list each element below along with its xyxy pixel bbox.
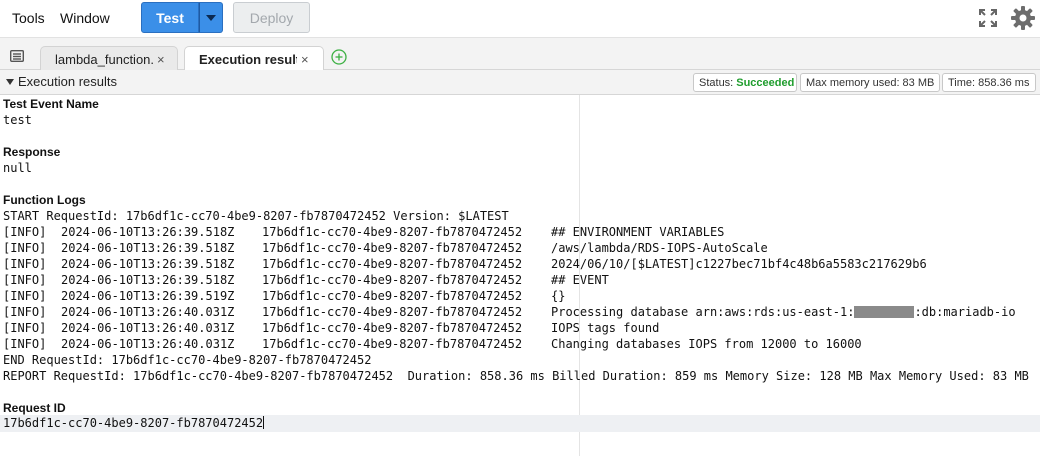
log-entry: [INFO] 2024-06-10T13:26:39.519Z 17b6df1c… — [0, 289, 1040, 305]
log-level: [INFO] — [3, 289, 47, 303]
plus-circle-icon[interactable] — [331, 49, 347, 65]
log-entry: [INFO] 2024-06-10T13:26:39.518Z 17b6df1c… — [0, 273, 1040, 289]
log-end-line: END RequestId: 17b6df1c-cc70-4be9-8207-f… — [3, 353, 372, 367]
test-button[interactable]: Test — [141, 2, 199, 33]
log-message: {} — [551, 289, 566, 303]
status-label: Status: — [699, 76, 734, 89]
log-request-id: 17b6df1c-cc70-4be9-8207-fb7870472452 — [262, 289, 523, 303]
time-label: Time: — [948, 76, 976, 89]
log-message: ## ENVIRONMENT VARIABLES — [551, 225, 725, 239]
log-level: [INFO] — [3, 305, 47, 319]
top-toolbar: Tools Window Test Deploy — [0, 0, 1040, 37]
file-list-icon[interactable] — [10, 50, 24, 62]
status-badge: Status: Succeeded — [693, 73, 797, 92]
triangle-down-icon[interactable] — [6, 79, 14, 85]
test-event-value: test — [3, 113, 32, 127]
function-logs-label: Function Logs — [3, 193, 86, 207]
log-message: Changing databases IOPS from 12000 to 16… — [551, 337, 862, 351]
log-timestamp: 2024-06-10T13:26:40.031Z — [61, 305, 235, 319]
memory-value: 83 MB — [902, 76, 935, 89]
log-level: [INFO] — [3, 337, 47, 351]
log-timestamp: 2024-06-10T13:26:39.518Z — [61, 225, 235, 239]
log-entry: [INFO] 2024-06-10T13:26:39.518Z 17b6df1c… — [0, 225, 1040, 241]
log-entry: [INFO] 2024-06-10T13:26:40.031Z 17b6df1c… — [0, 305, 1040, 321]
test-event-label: Test Event Name — [3, 97, 99, 111]
log-entry: [INFO] 2024-06-10T13:26:40.031Z 17b6df1c… — [0, 321, 1040, 337]
tab-label: Execution results — [199, 51, 297, 67]
log-request-id: 17b6df1c-cc70-4be9-8207-fb7870472452 — [262, 337, 523, 351]
log-level: [INFO] — [3, 273, 47, 287]
log-message: ## EVENT — [551, 273, 609, 287]
chevron-down-icon — [206, 14, 216, 21]
log-timestamp: 2024-06-10T13:26:39.519Z — [61, 289, 235, 303]
redacted-account-id — [854, 306, 915, 318]
log-request-id: 17b6df1c-cc70-4be9-8207-fb7870472452 — [262, 305, 523, 319]
log-request-id: 17b6df1c-cc70-4be9-8207-fb7870472452 — [262, 257, 523, 271]
tab-label: lambda_function. — [55, 51, 153, 67]
log-level: [INFO] — [3, 225, 47, 239]
deploy-button[interactable]: Deploy — [233, 2, 310, 33]
log-timestamp: 2024-06-10T13:26:39.518Z — [61, 273, 235, 287]
log-timestamp: 2024-06-10T13:26:40.031Z — [61, 337, 235, 351]
log-timestamp: 2024-06-10T13:26:39.518Z — [61, 241, 235, 255]
log-message: /aws/lambda/RDS-IOPS-AutoScale — [551, 241, 768, 255]
memory-badge: Max memory used: 83 MB — [800, 73, 940, 92]
request-id-value[interactable]: 17b6df1c-cc70-4be9-8207-fb7870472452 — [3, 416, 265, 430]
status-value: Succeeded — [736, 76, 795, 89]
tab-execution-results[interactable]: Execution results × — [184, 46, 324, 71]
response-value: null — [3, 161, 32, 175]
log-message: 2024/06/10/[$LATEST]c1227bec71bf4c48b6a5… — [551, 257, 927, 271]
log-message: IOPS tags found — [551, 321, 660, 335]
log-level: [INFO] — [3, 257, 47, 271]
log-start-line: START RequestId: 17b6df1c-cc70-4be9-8207… — [3, 209, 509, 223]
log-entry: [INFO] 2024-06-10T13:26:39.518Z 17b6df1c… — [0, 257, 1040, 273]
time-value: 858.36 ms — [978, 76, 1030, 89]
log-request-id: 17b6df1c-cc70-4be9-8207-fb7870472452 — [262, 241, 523, 255]
execution-results-output[interactable]: Test Event Name test Response null Funct… — [0, 95, 1040, 456]
tab-lambda-function[interactable]: lambda_function. × — [40, 46, 178, 71]
log-message: Processing database arn:aws:rds:us-east-… — [551, 305, 1016, 319]
close-icon[interactable]: × — [157, 52, 165, 67]
log-message-suffix: :db:mariadb-io — [914, 305, 1016, 319]
log-entry: [INFO] 2024-06-10T13:26:40.031Z 17b6df1c… — [0, 337, 1040, 353]
text-cursor — [263, 416, 265, 429]
menu-tools[interactable]: Tools — [12, 10, 45, 26]
log-report-line: REPORT RequestId: 17b6df1c-cc70-4be9-820… — [3, 369, 1029, 383]
log-level: [INFO] — [3, 241, 47, 255]
fullscreen-icon[interactable] — [978, 8, 998, 28]
request-id-text: 17b6df1c-cc70-4be9-8207-fb7870472452 — [3, 416, 264, 430]
log-entry: [INFO] 2024-06-10T13:26:39.518Z 17b6df1c… — [0, 241, 1040, 257]
time-badge: Time: 858.36 ms — [942, 73, 1036, 92]
test-dropdown-button[interactable] — [199, 2, 223, 33]
execution-results-header[interactable]: Execution results Status: Succeeded Max … — [0, 70, 1040, 95]
log-timestamp: 2024-06-10T13:26:40.031Z — [61, 321, 235, 335]
menu-window[interactable]: Window — [60, 10, 110, 26]
response-label: Response — [3, 145, 61, 159]
log-level: [INFO] — [3, 321, 47, 335]
results-title: Execution results — [18, 74, 117, 89]
log-request-id: 17b6df1c-cc70-4be9-8207-fb7870472452 — [262, 321, 523, 335]
log-message-prefix: Processing database arn:aws:rds:us-east-… — [551, 305, 855, 319]
log-request-id: 17b6df1c-cc70-4be9-8207-fb7870472452 — [262, 273, 523, 287]
log-timestamp: 2024-06-10T13:26:39.518Z — [61, 257, 235, 271]
log-request-id: 17b6df1c-cc70-4be9-8207-fb7870472452 — [262, 225, 523, 239]
editor-tab-bar: lambda_function. × Execution results × — [0, 37, 1040, 71]
close-icon[interactable]: × — [301, 52, 309, 67]
gear-icon[interactable] — [1010, 5, 1036, 31]
memory-label: Max memory used: — [806, 76, 900, 89]
request-id-label: Request ID — [3, 401, 66, 415]
